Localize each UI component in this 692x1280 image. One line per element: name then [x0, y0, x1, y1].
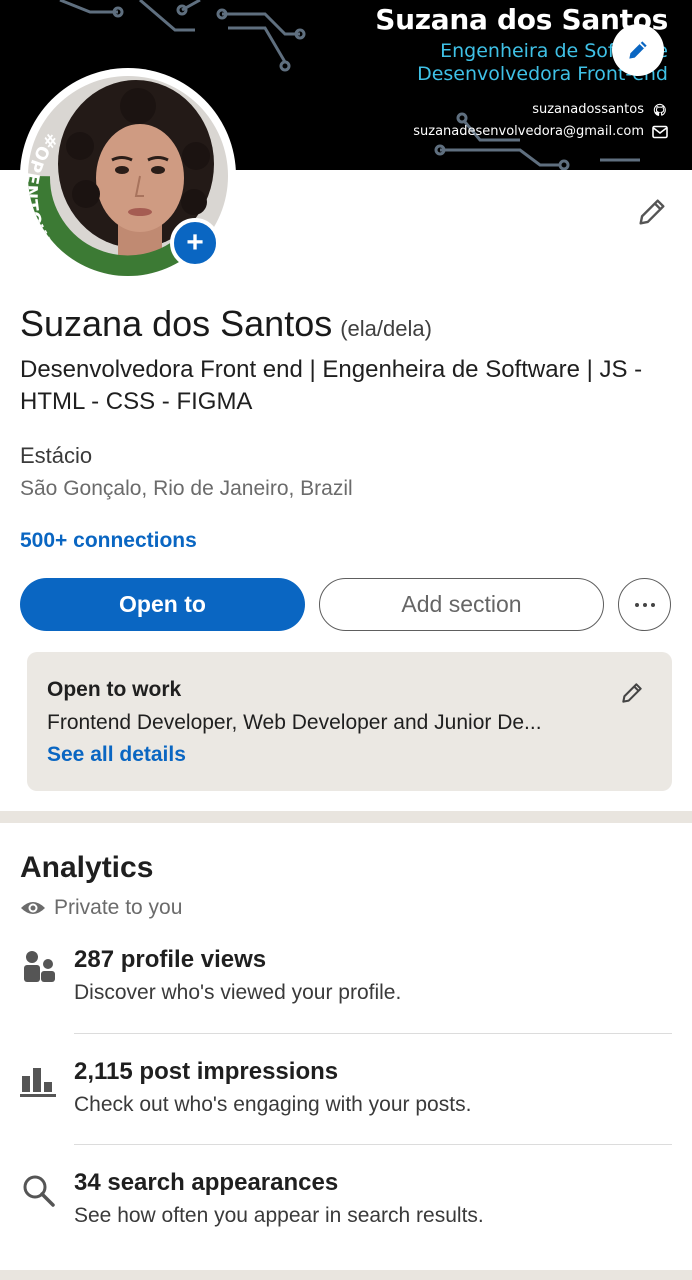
plus-icon: +	[186, 226, 204, 259]
mail-icon	[652, 125, 668, 138]
open-to-work-frame-text: #OPENTOWORK	[28, 129, 81, 276]
section-divider	[0, 811, 692, 823]
profile-headline: Desenvolvedora Front end | Engenheira de…	[20, 356, 643, 415]
open-to-work-card[interactable]: Open to work Frontend Developer, Web Dev…	[27, 652, 672, 791]
profile-name: Suzana dos Santos	[20, 303, 333, 344]
open-to-work-title: Open to work	[47, 678, 182, 701]
svg-text:#OPENTOWORK: #OPENTOWORK	[28, 129, 82, 276]
section-divider-bottom	[0, 1270, 692, 1280]
profile-photo-container[interactable]: #OPENTOWORK +	[20, 68, 236, 284]
profile-name-row: Suzana dos Santos (ela/dela)	[20, 303, 432, 345]
analytics-item-post-impressions[interactable]: 2,115 post impressions Check out who's e…	[20, 1058, 672, 1128]
see-all-details-link[interactable]: See all details	[47, 743, 186, 767]
analytics-item-search-appearances[interactable]: 34 search appearances See how often you …	[20, 1169, 672, 1239]
analytics-visibility: Private to you	[20, 896, 182, 920]
profile-pronouns: (ela/dela)	[340, 316, 432, 341]
analytics-separator	[74, 1144, 672, 1145]
profile-views-desc: Discover who's viewed your profile.	[74, 981, 402, 1004]
more-dots-icon	[634, 602, 655, 607]
more-actions-button[interactable]	[618, 578, 671, 631]
search-appearances-count: 34 search appearances	[74, 1169, 339, 1196]
profile-location: São Gonçalo, Rio de Janeiro, Brazil	[20, 477, 353, 500]
open-to-button[interactable]: Open to	[20, 578, 305, 631]
search-appearances-desc: See how often you appear in search resul…	[74, 1204, 484, 1227]
eye-icon	[21, 902, 45, 914]
post-impressions-count: 2,115 post impressions	[74, 1058, 339, 1085]
analytics-item-profile-views[interactable]: 287 profile views Discover who's viewed …	[20, 946, 672, 1016]
pencil-icon	[629, 41, 647, 59]
analytics-separator	[74, 1033, 672, 1034]
open-to-work-roles: Frontend Developer, Web Developer and Ju…	[47, 711, 542, 734]
edit-banner-button[interactable]	[612, 24, 664, 76]
github-icon	[653, 103, 666, 116]
banner-github-handle: suzanadossantos	[532, 102, 644, 117]
profile-views-count: 287 profile views	[74, 946, 267, 973]
banner-github: suzanadossantos	[532, 102, 668, 117]
add-photo-button[interactable]: +	[170, 218, 220, 268]
analytics-title: Analytics	[20, 851, 154, 884]
pencil-icon	[639, 199, 665, 225]
analytics-visibility-label: Private to you	[54, 896, 183, 919]
people-icon	[24, 951, 55, 982]
banner-email: suzanadesenvolvedora@gmail.com	[413, 124, 668, 139]
connections-link[interactable]: 500+ connections	[20, 529, 197, 553]
pencil-icon	[622, 683, 642, 703]
bar-chart-icon	[20, 1068, 56, 1097]
search-icon	[23, 1175, 55, 1207]
add-section-button[interactable]: Add section	[319, 578, 604, 631]
edit-intro-button[interactable]	[630, 190, 674, 234]
banner-email-address: suzanadesenvolvedora@gmail.com	[413, 124, 644, 139]
post-impressions-desc: Check out who's engaging with your posts…	[74, 1093, 472, 1116]
edit-open-to-work-button[interactable]	[615, 676, 649, 710]
profile-school[interactable]: Estácio	[20, 443, 92, 469]
